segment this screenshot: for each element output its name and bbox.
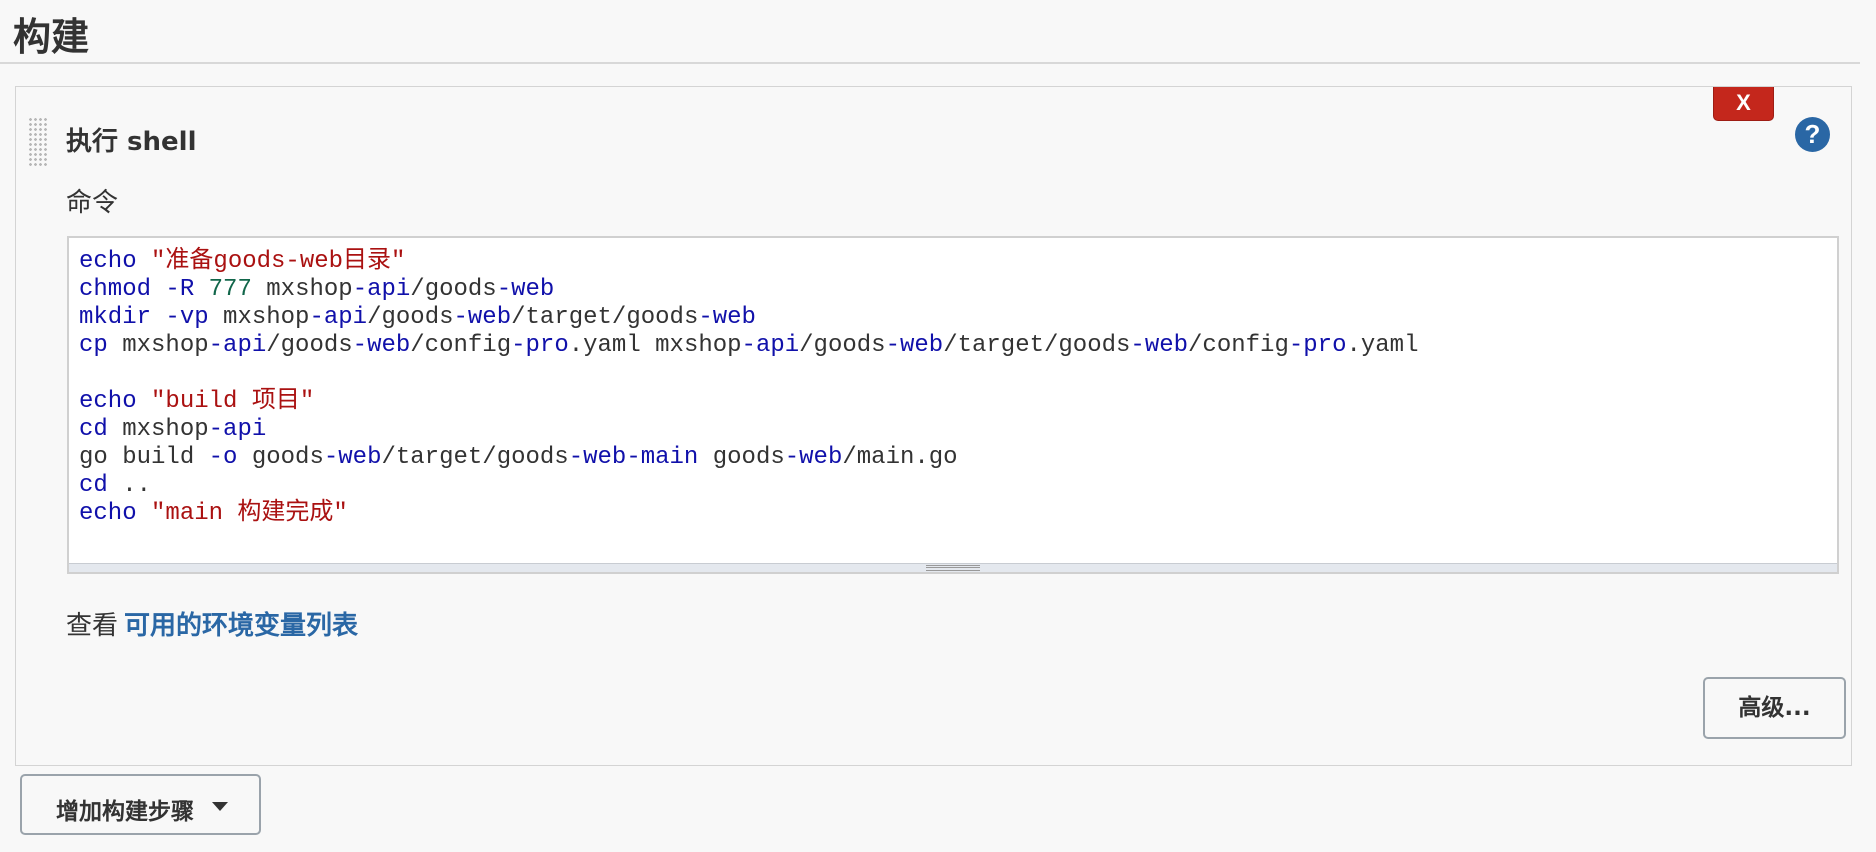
code-token: chmod (79, 276, 152, 303)
drag-handle-icon[interactable] (28, 117, 48, 167)
code-token: 777 (208, 276, 252, 303)
help-icon[interactable]: ? (1795, 117, 1830, 152)
command-editor[interactable]: echo "准备goods-web目录" chmod -R 777 mxshop-… (67, 236, 1839, 574)
code-token: /config (410, 332, 512, 359)
code-token: -api (208, 332, 267, 359)
command-label: 命令 (66, 188, 119, 218)
resize-grip-icon[interactable] (926, 565, 980, 571)
code-token: "build 项目" (151, 388, 315, 415)
delete-step-button[interactable]: X (1713, 87, 1774, 121)
code-token: mkdir (79, 304, 152, 331)
advanced-button[interactable]: 高级... (1703, 677, 1846, 739)
code-token: /target/goods (381, 444, 569, 471)
code-token: go build (79, 444, 209, 471)
code-token: mxshop (107, 332, 209, 359)
code-token: cd (79, 472, 108, 499)
add-build-step-label: 增加构建步骤 (56, 799, 194, 825)
code-token: /target/goods (511, 304, 699, 331)
code-token: -api (741, 332, 800, 359)
code-token: .. (107, 472, 152, 499)
code-token: -api (352, 276, 411, 303)
editor-resize-bar[interactable] (69, 563, 1837, 572)
code-line: echo "准备goods-web目录" (79, 248, 1827, 276)
caret-down-icon (212, 802, 228, 811)
code-token: -api (309, 304, 368, 331)
code-token: -web (1130, 332, 1189, 359)
code-token: mxshop (251, 276, 353, 303)
code-token: -web (453, 304, 512, 331)
code-line: cd mxshop-api (79, 416, 1827, 444)
code-token: mxshop (107, 416, 209, 443)
code-token: -web-main (568, 444, 699, 471)
code-token: -pro (511, 332, 569, 359)
add-build-step-button[interactable]: 增加构建步骤 (20, 774, 261, 835)
code-token: -pro (1288, 332, 1347, 359)
code-token: echo (79, 388, 137, 415)
section-header: 构建 (0, 0, 1860, 64)
code-line: mkdir -vp mxshop-api/goods-web/target/go… (79, 304, 1827, 332)
section-title: 构建 (13, 15, 90, 59)
code-token: -web (784, 444, 843, 471)
code-token: echo (79, 500, 137, 527)
code-token: -web (352, 332, 411, 359)
code-token: /goods (266, 332, 353, 359)
code-token: -api (208, 416, 267, 443)
code-token: mxshop (208, 304, 310, 331)
code-token: -web (323, 444, 382, 471)
code-token: echo (79, 248, 137, 275)
code-token: -vp (165, 304, 209, 331)
code-line: echo "build 项目" (79, 388, 1827, 416)
code-token: -web (885, 332, 944, 359)
command-code[interactable]: echo "准备goods-web目录" chmod -R 777 mxshop-… (79, 248, 1827, 528)
code-token: /main.go (842, 444, 958, 471)
code-token: goods (237, 444, 324, 471)
env-vars-link[interactable]: 可用的环境变量列表 (124, 611, 358, 641)
code-token: cd (79, 416, 108, 443)
step-title: 执行 shell (66, 127, 197, 157)
code-token: -web (698, 304, 756, 331)
code-line: chmod -R 777 mxshop-api/goods-web (79, 276, 1827, 304)
code-token: cp (79, 332, 108, 359)
code-token: -web (496, 276, 555, 303)
code-token: /goods (799, 332, 886, 359)
code-token: /target/goods (943, 332, 1131, 359)
code-line: go build -o goods-web/target/goods-web-m… (79, 444, 1827, 472)
code-line: cd .. (79, 472, 1827, 500)
code-line: echo "main 构建完成" (79, 500, 1827, 528)
code-token: goods (698, 444, 785, 471)
execute-shell-step: 执行 shell X ? 命令 echo "准备goods-web目录" chmo… (15, 86, 1852, 766)
code-token: /config (1188, 332, 1289, 359)
code-token: .yaml mxshop (568, 332, 742, 359)
code-token: .yaml (1346, 332, 1419, 359)
env-prefix: 查看 (66, 611, 119, 641)
env-vars-line: 查看 可用的环境变量列表 (66, 605, 358, 642)
code-token: /goods (367, 304, 454, 331)
code-token: "main 构建完成" (151, 500, 348, 527)
code-token: -o (208, 444, 238, 471)
code-token: "准备goods-web目录" (151, 248, 406, 275)
code-line: cp mxshop-api/goods-web/config-pro.yaml … (79, 332, 1827, 360)
code-token: -R (165, 276, 195, 303)
code-token: /goods (410, 276, 497, 303)
